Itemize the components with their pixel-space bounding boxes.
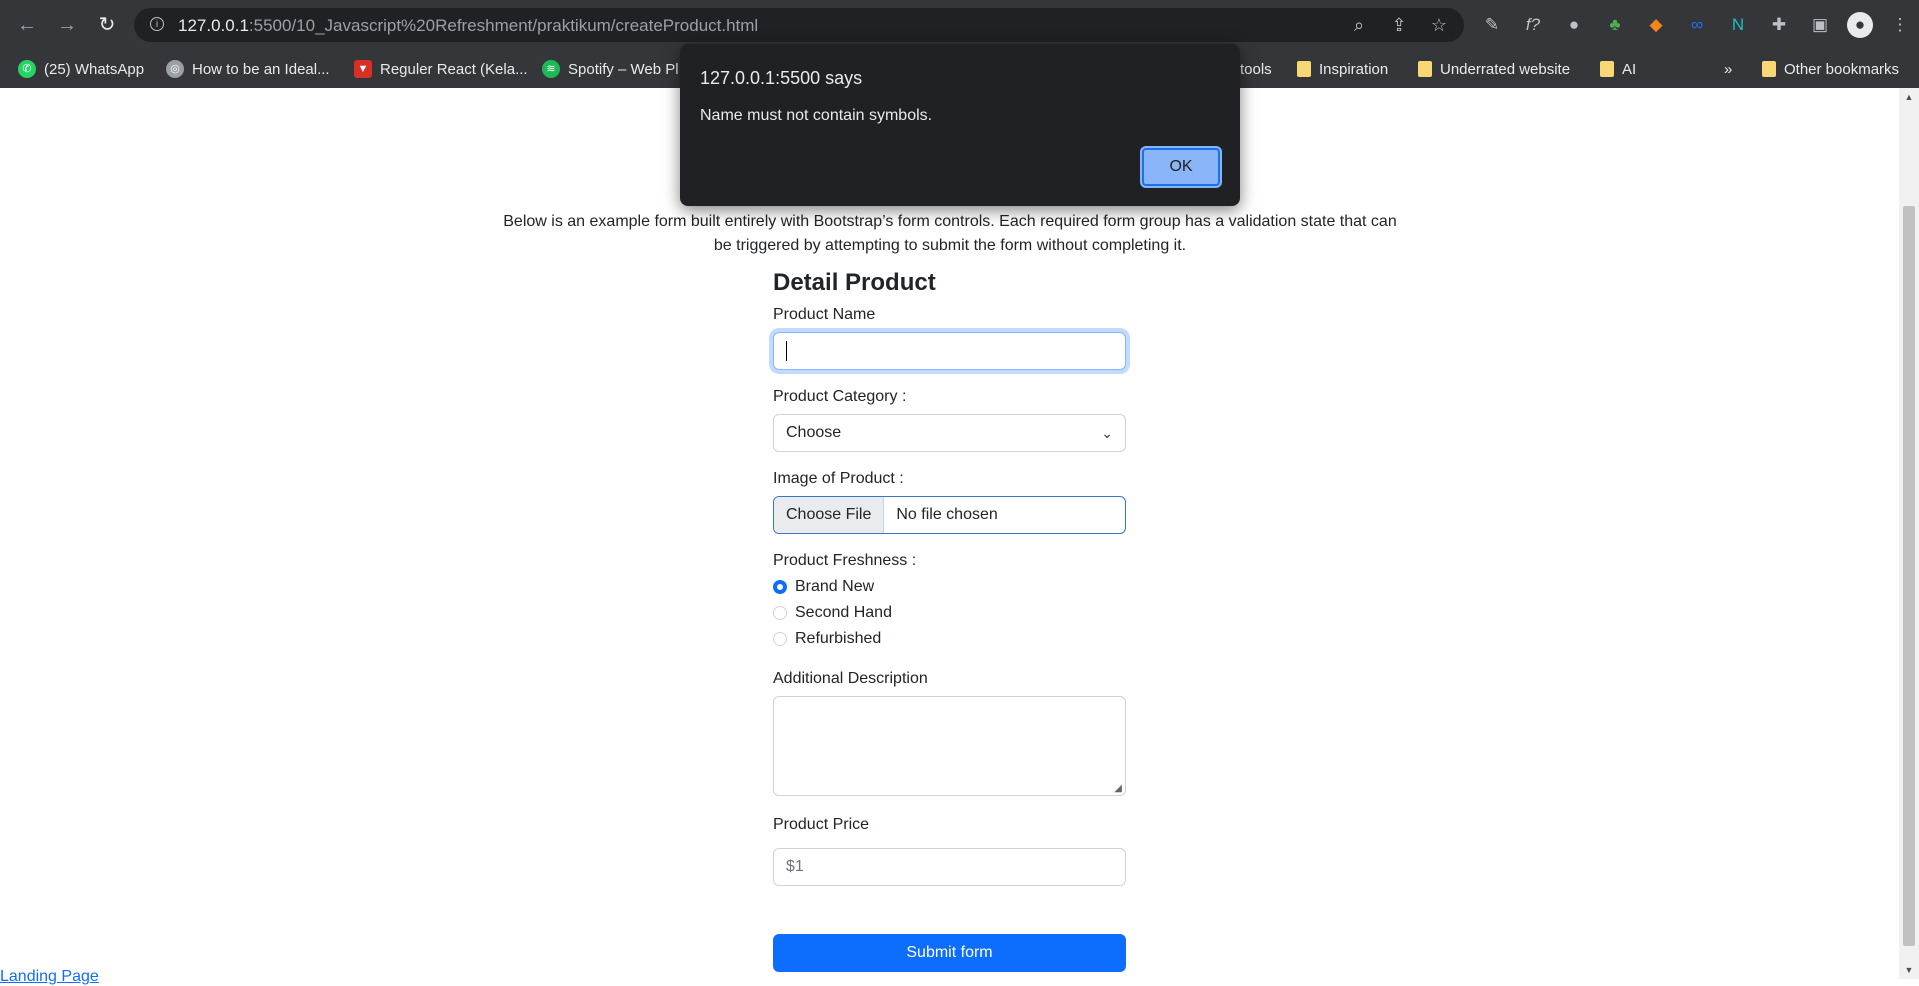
- image-file-input[interactable]: Choose File No file chosen: [773, 496, 1126, 534]
- product-name-label: Product Name: [773, 306, 876, 323]
- price-input[interactable]: $1: [773, 848, 1126, 886]
- scroll-down-icon[interactable]: ▼: [1899, 963, 1919, 977]
- category-selected-value: Choose: [786, 424, 842, 441]
- folder-icon: [1762, 61, 1776, 77]
- radio-brand-new[interactable]: Brand New: [773, 574, 1126, 600]
- zoom-icon[interactable]: ⌕: [1348, 14, 1370, 36]
- site-info-icon[interactable]: i: [150, 17, 164, 31]
- forward-icon[interactable]: →: [54, 12, 80, 38]
- bookmark-spotify[interactable]: ≋ Spotify – Web Pl: [542, 50, 679, 88]
- radio-button[interactable]: [773, 606, 787, 620]
- category-select[interactable]: Choose ⌄: [773, 414, 1126, 452]
- bookmark-underrated[interactable]: Underrated website: [1418, 50, 1570, 88]
- price-label: Product Price: [773, 816, 870, 833]
- chevron-down-icon: ⌄: [1101, 425, 1113, 441]
- product-name-input[interactable]: [773, 332, 1126, 370]
- profile-avatar[interactable]: ●: [1847, 12, 1873, 38]
- bookmark-other[interactable]: Other bookmarks: [1762, 50, 1899, 88]
- dialog-message: Name must not contain symbols.: [700, 107, 933, 124]
- bookmark-ideal[interactable]: ◎ How to be an Ideal...: [166, 50, 330, 88]
- bookmark-inspiration[interactable]: Inspiration: [1297, 50, 1388, 88]
- page-content: Below is an example form built entirely …: [0, 88, 1899, 979]
- folder-icon: [1600, 61, 1614, 77]
- tie-icon: ▼: [354, 60, 372, 78]
- globe-icon: ◎: [166, 60, 184, 78]
- radio-refurbished[interactable]: Refurbished: [773, 626, 1126, 652]
- bookmark-tools[interactable]: tools: [1240, 50, 1272, 88]
- more-bookmarks-icon[interactable]: »: [1724, 50, 1732, 88]
- description-textarea[interactable]: ◢: [773, 696, 1126, 796]
- browser-toolbar: ← → ↻ i 127.0.0.1:5500/10_Javascript%20R…: [0, 0, 1919, 50]
- reload-icon[interactable]: ↻: [94, 12, 120, 38]
- ok-button[interactable]: OK: [1142, 148, 1220, 186]
- folder-icon: [1418, 61, 1432, 77]
- formula-extension-icon[interactable]: f?: [1519, 12, 1547, 38]
- bookmark-whatsapp[interactable]: ✆ (25) WhatsApp: [18, 50, 144, 88]
- n-extension-icon[interactable]: N: [1724, 12, 1752, 38]
- mouse-extension-icon[interactable]: ●: [1560, 12, 1588, 38]
- description-label: Additional Description: [773, 670, 928, 687]
- bookmark-ai[interactable]: AI: [1600, 50, 1636, 88]
- text-caret: [786, 340, 787, 361]
- product-form: Detail Product Product Name Product Cate…: [773, 268, 1126, 972]
- kebab-menu-icon[interactable]: ⋮: [1886, 12, 1914, 38]
- category-label: Product Category :: [773, 388, 907, 405]
- choose-file-button[interactable]: Choose File: [774, 497, 885, 533]
- share-icon[interactable]: ⇪: [1388, 14, 1410, 36]
- bookmark-react[interactable]: ▼ Reguler React (Kela...: [354, 50, 528, 88]
- tree-extension-icon[interactable]: ♣: [1601, 12, 1629, 38]
- spotify-icon: ≋: [542, 60, 560, 78]
- back-icon[interactable]: ←: [14, 12, 40, 38]
- radio-button[interactable]: [773, 632, 787, 646]
- page-scrollbar[interactable]: ▲ ▼: [1899, 88, 1919, 979]
- scroll-up-icon[interactable]: ▲: [1899, 90, 1919, 104]
- url-text[interactable]: 127.0.0.1:5500/10_Javascript%20Refreshme…: [178, 16, 758, 36]
- radio-second-hand[interactable]: Second Hand: [773, 600, 1126, 626]
- freshness-label: Product Freshness :: [773, 552, 917, 569]
- whatsapp-icon: ✆: [18, 60, 36, 78]
- form-title: Detail Product: [773, 269, 936, 296]
- submit-button[interactable]: Submit form: [773, 934, 1126, 972]
- lead-text: Below is an example form built entirely …: [503, 213, 1397, 254]
- alert-dialog: 127.0.0.1:5500 says Name must not contai…: [680, 44, 1240, 206]
- infinity-extension-icon[interactable]: ∞: [1683, 12, 1711, 38]
- pen-extension-icon[interactable]: ✎: [1478, 12, 1506, 38]
- dialog-origin: 127.0.0.1:5500 says: [700, 68, 863, 88]
- image-label: Image of Product :: [773, 470, 904, 487]
- star-icon[interactable]: ☆: [1428, 14, 1450, 36]
- folder-icon: [1297, 61, 1311, 77]
- resize-grip-icon[interactable]: ◢: [1114, 783, 1122, 794]
- landing-page-link[interactable]: Landing Page: [0, 968, 99, 986]
- extensions-puzzle-icon[interactable]: ✚: [1765, 12, 1793, 38]
- metamask-icon[interactable]: ◆: [1642, 12, 1670, 38]
- address-bar[interactable]: i 127.0.0.1:5500/10_Javascript%20Refresh…: [134, 8, 1464, 42]
- side-panel-icon[interactable]: ▣: [1806, 12, 1834, 38]
- file-name-text: No file chosen: [896, 506, 998, 523]
- scrollbar-thumb[interactable]: [1903, 206, 1915, 946]
- radio-button[interactable]: [773, 580, 787, 594]
